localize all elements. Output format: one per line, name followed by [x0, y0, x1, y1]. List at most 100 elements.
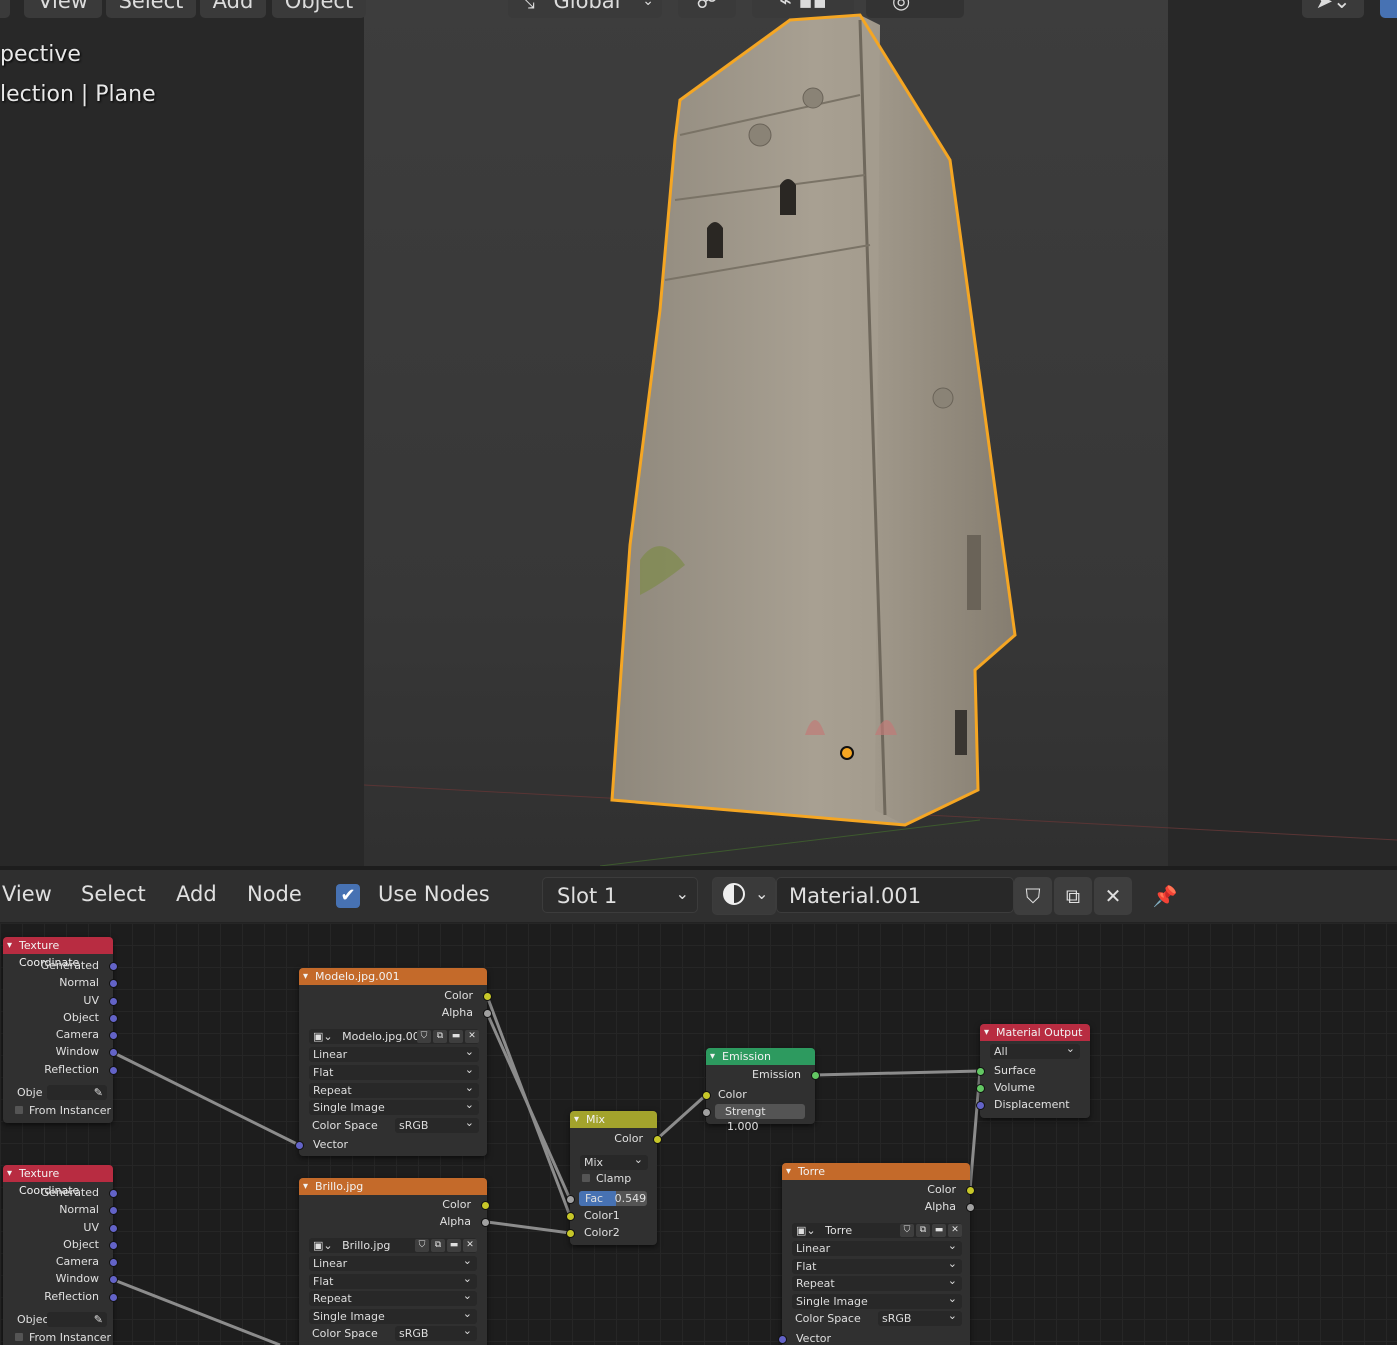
- interpolation-dropdown[interactable]: Linear: [309, 1253, 477, 1271]
- color-space-dropdown[interactable]: sRGB: [395, 1115, 479, 1133]
- blend-mode-dropdown[interactable]: Mix: [580, 1152, 648, 1170]
- socket[interactable]: [481, 1218, 490, 1227]
- color-space-dropdown[interactable]: sRGB: [395, 1323, 477, 1341]
- material-output-node[interactable]: Material Output All Surface Volume Displ…: [976, 1024, 1090, 1118]
- texture-coordinate-node[interactable]: Texture Coordinate Generated Normal UV O…: [3, 1165, 118, 1345]
- image-texture-node[interactable]: Torre Color Alpha ▣⌄ Torre ⛉ ⧉ ▬ ✕ Linea…: [778, 1163, 975, 1345]
- socket[interactable]: [566, 1195, 575, 1204]
- close-icon[interactable]: ✕: [465, 1030, 479, 1043]
- object-picker[interactable]: ✎: [47, 1312, 107, 1327]
- socket[interactable]: [109, 1206, 118, 1215]
- image-texture-node[interactable]: Modelo.jpg.001 Color Alpha ▣⌄ Modelo.jpg…: [295, 968, 492, 1156]
- copy-icon[interactable]: ⧉: [431, 1239, 445, 1252]
- color-space-dropdown[interactable]: sRGB: [878, 1308, 962, 1326]
- shield-icon[interactable]: ⛉: [415, 1239, 429, 1252]
- input-color2: Color2: [584, 1226, 620, 1239]
- slot-dropdown[interactable]: Slot 1 ⌄: [542, 877, 698, 913]
- interpolation-dropdown[interactable]: Linear: [309, 1044, 479, 1062]
- pin-button[interactable]: 📌: [1146, 877, 1184, 915]
- 3d-viewport[interactable]: View Select Add Object ⤡ Global ⌄ ☍ ⌁ ▪▪…: [0, 0, 1397, 866]
- folder-icon[interactable]: ▬: [447, 1239, 461, 1252]
- socket[interactable]: [109, 1066, 118, 1075]
- close-icon[interactable]: ✕: [948, 1224, 962, 1237]
- source-dropdown[interactable]: Single Image: [792, 1291, 962, 1309]
- material-browse-button[interactable]: ⌄: [712, 877, 776, 915]
- socket[interactable]: [966, 1203, 975, 1212]
- shield-icon[interactable]: ⛉: [900, 1224, 914, 1237]
- emission-node[interactable]: Emission Emission Color Strengt 1.000: [702, 1048, 820, 1133]
- fac-slider[interactable]: Fac 0.549: [579, 1191, 647, 1206]
- use-nodes-checkbox[interactable]: ✔: [336, 884, 360, 908]
- socket[interactable]: [109, 997, 118, 1006]
- node-menu-view[interactable]: View: [2, 882, 52, 906]
- image-selector[interactable]: ▣⌄ Brillo.jpg ⛉ ⧉ ▬ ✕: [309, 1238, 477, 1253]
- socket[interactable]: [109, 1189, 118, 1198]
- copy-icon[interactable]: ⧉: [916, 1224, 930, 1237]
- mix-rgb-node[interactable]: Mix Color Mix Clamp Fac 0.549 Color1 Col…: [566, 1111, 662, 1245]
- socket[interactable]: [483, 1009, 492, 1018]
- material-name-field[interactable]: Material.001: [776, 877, 1014, 913]
- projection-dropdown[interactable]: Flat: [309, 1271, 477, 1289]
- color-space-label: Color Space: [312, 1327, 378, 1340]
- strength-field[interactable]: Strengt 1.000: [715, 1104, 805, 1133]
- shield-icon[interactable]: ⛉: [417, 1030, 431, 1043]
- folder-icon[interactable]: ▬: [449, 1030, 463, 1043]
- clamp-checkbox[interactable]: Clamp: [582, 1171, 631, 1187]
- socket[interactable]: [481, 1201, 490, 1210]
- close-icon[interactable]: ✕: [463, 1239, 477, 1252]
- socket[interactable]: [976, 1084, 985, 1093]
- fake-user-button[interactable]: ⛉: [1014, 877, 1052, 915]
- socket[interactable]: [653, 1135, 662, 1144]
- node-menu-node[interactable]: Node: [247, 882, 302, 906]
- socket[interactable]: [109, 1048, 118, 1057]
- interpolation-dropdown[interactable]: Linear: [792, 1238, 962, 1256]
- output-color: Color: [442, 1198, 471, 1211]
- node-canvas[interactable]: Texture Coordinate Generated Normal UV O…: [0, 923, 1397, 1345]
- tower-plane-object[interactable]: [0, 0, 1397, 866]
- socket[interactable]: [811, 1071, 820, 1080]
- socket[interactable]: [109, 979, 118, 988]
- socket[interactable]: [109, 1224, 118, 1233]
- new-material-button[interactable]: ⧉: [1054, 877, 1092, 915]
- socket[interactable]: [778, 1335, 787, 1344]
- image-selector[interactable]: ▣⌄ Modelo.jpg.001 ⛉ ⧉ ▬ ✕: [309, 1029, 479, 1044]
- socket[interactable]: [566, 1212, 575, 1221]
- socket[interactable]: [976, 1067, 985, 1076]
- extension-dropdown[interactable]: Repeat: [309, 1080, 479, 1098]
- texture-coordinate-node[interactable]: Texture Coordinate Generated Normal UV O…: [3, 937, 118, 1123]
- socket[interactable]: [109, 1031, 118, 1040]
- image-texture-node[interactable]: Brillo.jpg Color Alpha ▣⌄ Brillo.jpg ⛉ ⧉…: [299, 1178, 490, 1345]
- projection-dropdown[interactable]: Flat: [792, 1256, 962, 1274]
- socket[interactable]: [976, 1101, 985, 1110]
- source-dropdown[interactable]: Single Image: [309, 1306, 477, 1324]
- folder-icon[interactable]: ▬: [932, 1224, 946, 1237]
- socket[interactable]: [702, 1091, 711, 1100]
- socket[interactable]: [109, 1014, 118, 1023]
- socket[interactable]: [295, 1141, 304, 1150]
- socket[interactable]: [109, 1258, 118, 1267]
- socket[interactable]: [109, 1241, 118, 1250]
- socket[interactable]: [483, 992, 492, 1001]
- socket[interactable]: [566, 1229, 575, 1238]
- node-menu-add[interactable]: Add: [176, 882, 217, 906]
- node-menu-select[interactable]: Select: [81, 882, 146, 906]
- object-origin-dot[interactable]: [840, 746, 854, 760]
- socket[interactable]: [702, 1108, 711, 1117]
- extension-dropdown[interactable]: Repeat: [309, 1288, 477, 1306]
- projection-dropdown[interactable]: Flat: [309, 1062, 479, 1080]
- image-selector[interactable]: ▣⌄ Torre ⛉ ⧉ ▬ ✕: [792, 1223, 962, 1238]
- socket[interactable]: [109, 962, 118, 971]
- output-reflection: Reflection: [44, 1063, 99, 1076]
- source-dropdown[interactable]: Single Image: [309, 1097, 479, 1115]
- from-instancer-checkbox[interactable]: From Instancer: [15, 1330, 111, 1345]
- unlink-material-button[interactable]: ✕: [1094, 877, 1132, 915]
- from-instancer-checkbox[interactable]: From Instancer: [15, 1103, 111, 1119]
- socket[interactable]: [109, 1275, 118, 1284]
- socket[interactable]: [109, 1293, 118, 1302]
- output-uv: UV: [83, 994, 99, 1007]
- target-dropdown[interactable]: All: [990, 1041, 1080, 1059]
- socket[interactable]: [966, 1186, 975, 1195]
- object-picker[interactable]: ✎: [47, 1085, 107, 1100]
- copy-icon[interactable]: ⧉: [433, 1030, 447, 1043]
- extension-dropdown[interactable]: Repeat: [792, 1273, 962, 1291]
